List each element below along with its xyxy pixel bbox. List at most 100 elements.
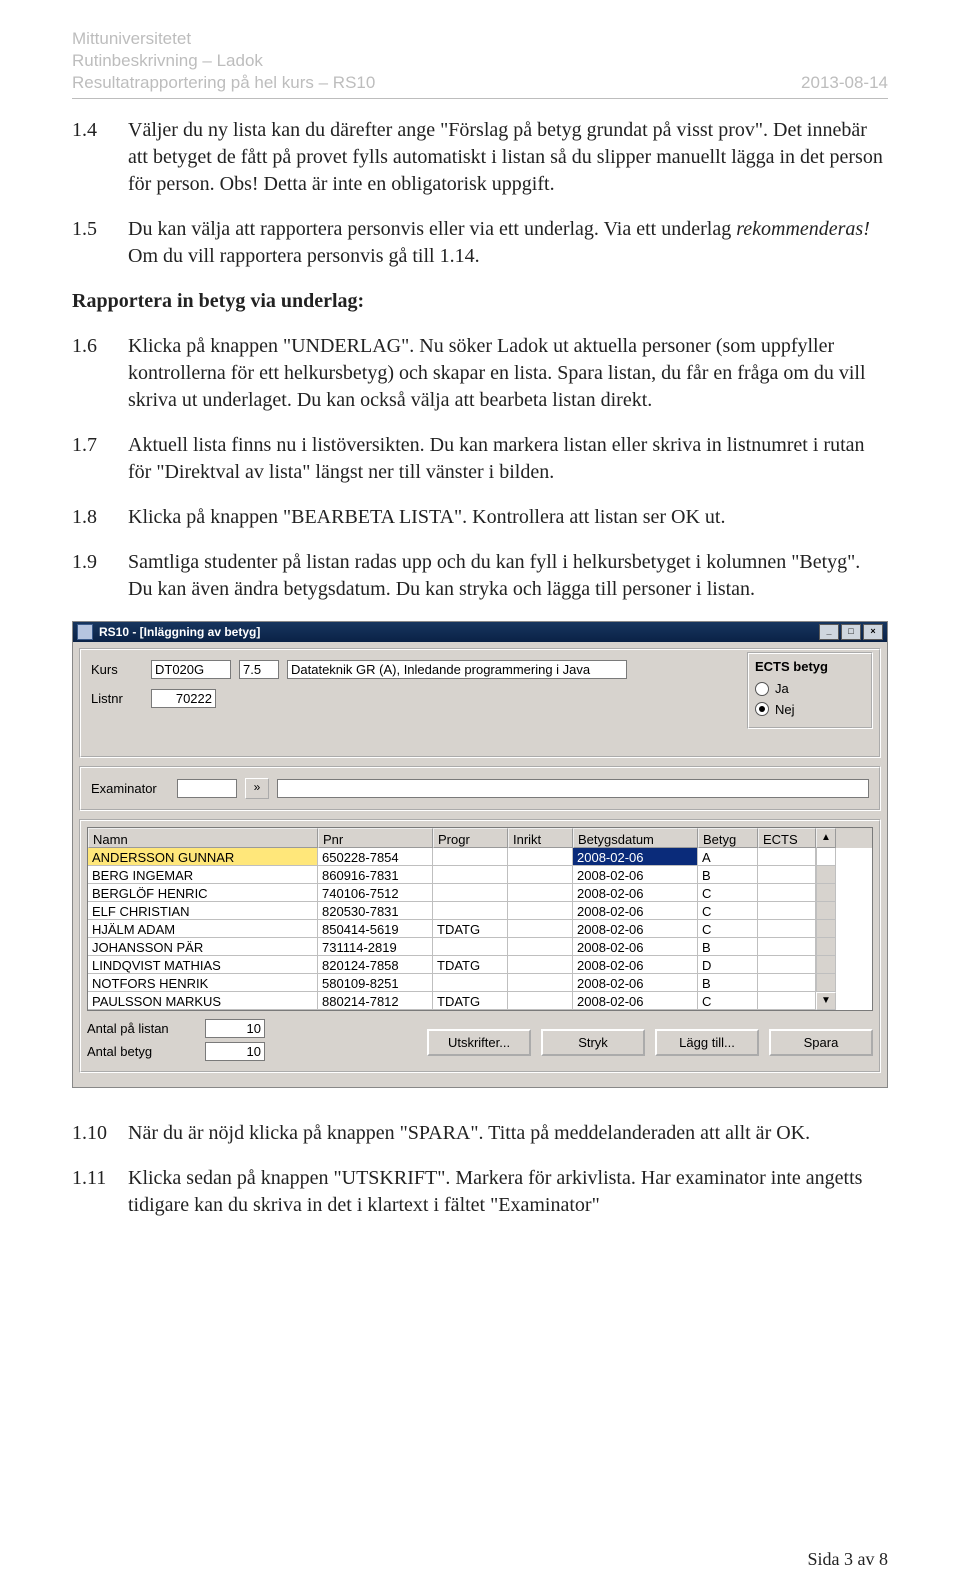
- table-cell[interactable]: 2008-02-06: [573, 902, 698, 920]
- scrollbar-track[interactable]: [816, 956, 836, 974]
- stryk-button[interactable]: Stryk: [541, 1029, 645, 1057]
- table-cell[interactable]: [758, 956, 816, 974]
- scroll-up-button[interactable]: ▲: [816, 828, 836, 848]
- listnr-input[interactable]: [151, 689, 216, 708]
- table-cell[interactable]: B: [698, 866, 758, 884]
- table-cell[interactable]: TDATG: [433, 956, 508, 974]
- table-row[interactable]: JOHANSSON PÄR731114-28192008-02-06B: [88, 938, 872, 956]
- table-cell[interactable]: 850414-5619: [318, 920, 433, 938]
- table-cell[interactable]: 2008-02-06: [573, 920, 698, 938]
- close-button[interactable]: ×: [863, 624, 883, 640]
- col-ects[interactable]: ECTS: [758, 828, 816, 848]
- table-cell[interactable]: [508, 884, 573, 902]
- table-row[interactable]: LINDQVIST MATHIAS820124-7858TDATG2008-02…: [88, 956, 872, 974]
- col-betygsdatum[interactable]: Betygsdatum: [573, 828, 698, 848]
- table-cell[interactable]: [433, 974, 508, 992]
- table-row[interactable]: BERG INGEMAR860916-7831 2008-02-06B: [88, 866, 872, 884]
- window-titlebar[interactable]: RS10 - [Inläggning av betyg] _ □ ×: [73, 622, 887, 642]
- table-cell[interactable]: 650228-7854: [318, 848, 433, 866]
- examinator-code-input[interactable]: [177, 779, 237, 798]
- spara-button[interactable]: Spara: [769, 1029, 873, 1057]
- table-cell[interactable]: [758, 902, 816, 920]
- table-cell[interactable]: C: [698, 992, 758, 1010]
- scrollbar-track[interactable]: [816, 920, 836, 938]
- col-betyg[interactable]: Betyg: [698, 828, 758, 848]
- table-cell[interactable]: 2008-02-06: [573, 974, 698, 992]
- table-cell[interactable]: [758, 992, 816, 1010]
- table-cell[interactable]: TDATG: [433, 992, 508, 1010]
- maximize-button[interactable]: □: [841, 624, 861, 640]
- table-cell[interactable]: 820530-7831: [318, 902, 433, 920]
- table-cell[interactable]: 740106-7512: [318, 884, 433, 902]
- table-cell[interactable]: [508, 956, 573, 974]
- table-cell[interactable]: [433, 866, 508, 884]
- table-cell[interactable]: [508, 902, 573, 920]
- table-cell[interactable]: [508, 974, 573, 992]
- scrollbar-track[interactable]: [816, 884, 836, 902]
- table-cell[interactable]: [433, 902, 508, 920]
- scrollbar-track[interactable]: [816, 866, 836, 884]
- examinator-lookup-button[interactable]: »: [245, 778, 269, 799]
- table-cell[interactable]: ANDERSSON GUNNAR: [88, 848, 318, 866]
- table-cell[interactable]: B: [698, 938, 758, 956]
- student-grid[interactable]: Namn Pnr Progr Inrikt Betygsdatum Betyg …: [87, 827, 873, 1011]
- table-cell[interactable]: 880214-7812: [318, 992, 433, 1010]
- kurs-hp-input[interactable]: [239, 660, 279, 679]
- examinator-name-input[interactable]: [277, 779, 869, 798]
- table-cell[interactable]: C: [698, 920, 758, 938]
- table-cell[interactable]: [758, 848, 816, 866]
- scrollbar-track[interactable]: [816, 938, 836, 956]
- table-cell[interactable]: [508, 848, 573, 866]
- col-inrikt[interactable]: Inrikt: [508, 828, 573, 848]
- utskrifter-button[interactable]: Utskrifter...: [427, 1029, 531, 1057]
- scrollbar-track[interactable]: [816, 848, 836, 866]
- table-cell[interactable]: [433, 884, 508, 902]
- table-cell[interactable]: [758, 920, 816, 938]
- kurs-code-input[interactable]: [151, 660, 231, 679]
- table-row[interactable]: PAULSSON MARKUS880214-7812TDATG 2008-02-0…: [88, 992, 872, 1010]
- table-cell[interactable]: ELF CHRISTIAN: [88, 902, 318, 920]
- scroll-down-button[interactable]: ▼: [816, 992, 836, 1010]
- table-cell[interactable]: 2008-02-06: [573, 848, 698, 866]
- ects-nej-radio[interactable]: Nej: [755, 701, 865, 719]
- table-row[interactable]: NOTFORS HENRIK580109-82512008-02-06B: [88, 974, 872, 992]
- table-cell[interactable]: C: [698, 902, 758, 920]
- table-cell[interactable]: 2008-02-06: [573, 956, 698, 974]
- scrollbar-track[interactable]: [816, 974, 836, 992]
- table-cell[interactable]: 820124-7858: [318, 956, 433, 974]
- table-cell[interactable]: [508, 938, 573, 956]
- table-cell[interactable]: A: [698, 848, 758, 866]
- table-row[interactable]: ELF CHRISTIAN820530-7831 2008-02-06C: [88, 902, 872, 920]
- table-cell[interactable]: [758, 974, 816, 992]
- table-cell[interactable]: TDATG: [433, 920, 508, 938]
- table-cell[interactable]: 580109-8251: [318, 974, 433, 992]
- lagg-till-button[interactable]: Lägg till...: [655, 1029, 759, 1057]
- table-cell[interactable]: HJÄLM ADAM: [88, 920, 318, 938]
- col-pnr[interactable]: Pnr: [318, 828, 433, 848]
- col-namn[interactable]: Namn: [88, 828, 318, 848]
- table-cell[interactable]: [508, 992, 573, 1010]
- table-cell[interactable]: BERG INGEMAR: [88, 866, 318, 884]
- table-cell[interactable]: [433, 938, 508, 956]
- table-row[interactable]: BERGLÖF HENRIC740106-75122008-02-06C: [88, 884, 872, 902]
- ects-ja-radio[interactable]: Ja: [755, 680, 865, 698]
- scrollbar-track[interactable]: [816, 902, 836, 920]
- table-cell[interactable]: [758, 866, 816, 884]
- table-cell[interactable]: [508, 866, 573, 884]
- table-cell[interactable]: D: [698, 956, 758, 974]
- kurs-name-input[interactable]: [287, 660, 627, 679]
- col-progr[interactable]: Progr: [433, 828, 508, 848]
- minimize-button[interactable]: _: [819, 624, 839, 640]
- table-row[interactable]: HJÄLM ADAM850414-5619TDATG 2008-02-06C: [88, 920, 872, 938]
- table-cell[interactable]: [758, 884, 816, 902]
- table-cell[interactable]: NOTFORS HENRIK: [88, 974, 318, 992]
- table-cell[interactable]: 2008-02-06: [573, 992, 698, 1010]
- table-cell[interactable]: JOHANSSON PÄR: [88, 938, 318, 956]
- table-cell[interactable]: [758, 938, 816, 956]
- table-row[interactable]: ANDERSSON GUNNAR650228-7854 2008-02-06A: [88, 848, 872, 866]
- table-cell[interactable]: 860916-7831: [318, 866, 433, 884]
- table-cell[interactable]: 2008-02-06: [573, 866, 698, 884]
- table-cell[interactable]: [508, 920, 573, 938]
- table-cell[interactable]: C: [698, 884, 758, 902]
- table-cell[interactable]: PAULSSON MARKUS: [88, 992, 318, 1010]
